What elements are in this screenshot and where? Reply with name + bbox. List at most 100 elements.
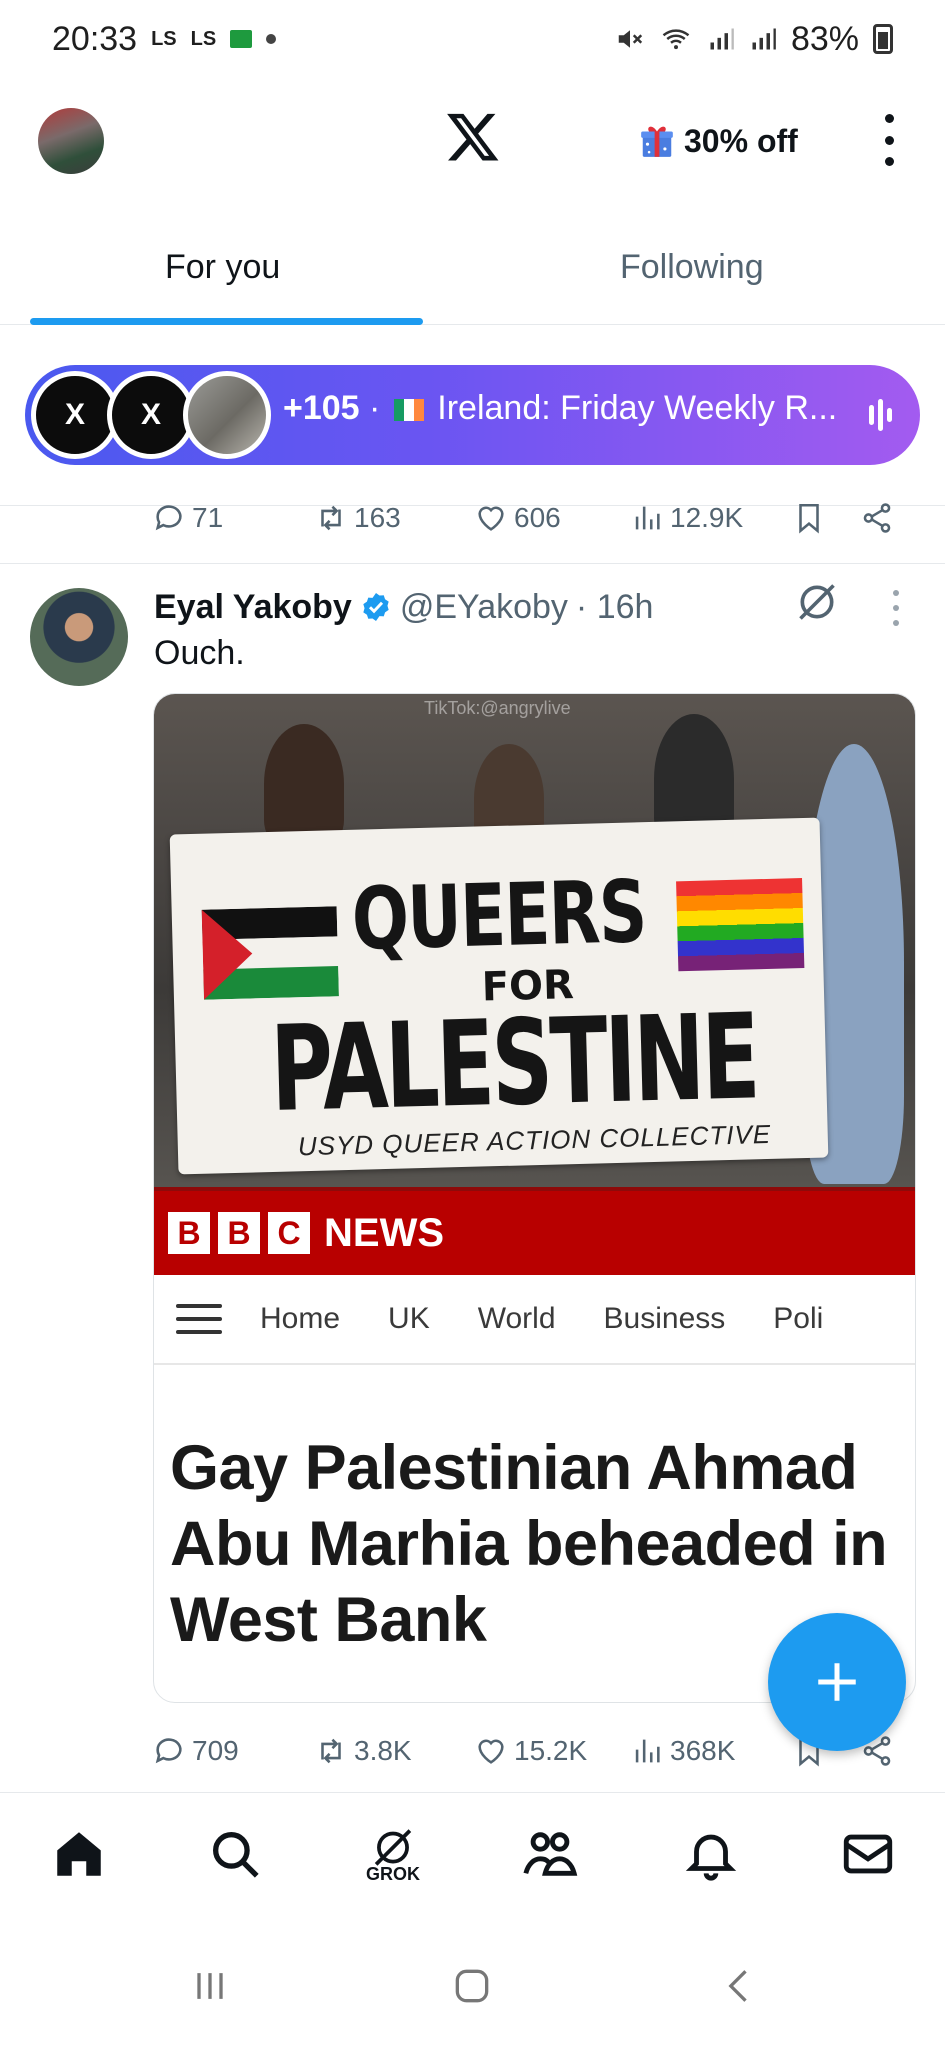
heart-icon — [478, 1739, 504, 1764]
views-count: 368K — [670, 1735, 736, 1766]
views-icon — [635, 1739, 660, 1763]
repost-icon — [321, 1738, 341, 1764]
bbc-logo-letter: B — [168, 1212, 210, 1254]
author-name[interactable]: Eyal Yakoby — [154, 588, 352, 627]
share-button[interactable] — [860, 501, 894, 535]
status-badge-1: LS — [151, 27, 177, 50]
bbc-nav-item: UK — [388, 1302, 430, 1335]
like-button[interactable]: 15.2K — [474, 1734, 587, 1768]
repost-count: 163 — [354, 502, 401, 533]
nav-grok[interactable]: GROK — [363, 1825, 423, 1885]
bookmark-button[interactable] — [792, 501, 826, 535]
reply-button[interactable]: 709 — [152, 1734, 239, 1768]
active-tab-indicator — [30, 318, 423, 325]
like-button[interactable]: 606 — [474, 501, 561, 535]
promo-label: 30% off — [684, 122, 798, 159]
bell-icon — [685, 1834, 737, 1881]
banner-text-1: QUEERS — [350, 862, 647, 970]
bbc-nav-item: Business — [603, 1302, 726, 1335]
recent-apps-icon[interactable] — [188, 1964, 232, 2008]
share-icon — [863, 503, 891, 533]
ireland-flag-icon — [393, 399, 424, 422]
grok-label: GROK — [366, 1864, 420, 1884]
reply-count: 71 — [192, 502, 224, 533]
tweet-timestamp: · 16h — [575, 587, 654, 626]
author-handle[interactable]: @EYakoby — [400, 588, 568, 627]
tweet-text: Ouch. — [154, 634, 245, 672]
mute-icon — [618, 30, 643, 48]
bbc-logo-letter: B — [218, 1212, 260, 1254]
bbc-nav-item: World — [477, 1302, 556, 1335]
nav-search[interactable] — [205, 1825, 265, 1885]
tweet-more-icon[interactable] — [890, 590, 902, 626]
status-badge-2: LS — [190, 27, 217, 50]
tab-for-you[interactable]: For you — [165, 248, 280, 287]
verified-badge-icon — [363, 593, 389, 621]
nav-home[interactable] — [49, 1825, 109, 1885]
gift-icon — [641, 126, 673, 157]
bottom-nav: GROK — [0, 1792, 945, 1922]
like-count: 606 — [514, 502, 561, 533]
home-icon — [57, 1832, 101, 1876]
timeline-tabs: For you Following — [0, 220, 945, 325]
nav-communities[interactable] — [520, 1825, 580, 1885]
profile-avatar-button[interactable] — [38, 108, 104, 174]
status-right: 83% — [615, 20, 893, 59]
watermark: TikTok:@angrylive — [424, 698, 571, 718]
status-time: 20:33 — [52, 19, 138, 58]
mail-icon — [843, 1834, 893, 1874]
space-separator: · — [369, 389, 381, 427]
views-button[interactable]: 368K — [630, 1734, 735, 1768]
palestine-flag-icon — [201, 906, 339, 1000]
repost-button[interactable]: 163 — [314, 501, 401, 535]
nav-messages[interactable] — [838, 1825, 898, 1885]
repost-count: 3.8K — [354, 1735, 412, 1766]
notification-dot-icon — [266, 34, 277, 44]
bbc-news-label: NEWS — [324, 1210, 444, 1255]
rainbow-flag-icon — [676, 878, 805, 972]
more-options-icon[interactable] — [874, 114, 904, 166]
repost-button[interactable]: 3.8K — [314, 1734, 412, 1768]
banner-text-3: PALESTINE — [269, 987, 759, 1138]
tab-following[interactable]: Following — [620, 248, 764, 287]
app-header: 30% off — [0, 90, 945, 190]
protest-banner: QUEERS FOR PALESTINE USYD QUEER ACTION C… — [169, 817, 829, 1175]
author-avatar[interactable] — [30, 588, 128, 686]
grok-icon[interactable] — [795, 580, 839, 624]
status-bar: 20:33 LS LS 83% — [0, 0, 945, 78]
bbc-logo-letter: C — [268, 1212, 310, 1254]
reply-icon — [155, 505, 182, 531]
bbc-nav-item: Home — [260, 1302, 341, 1335]
tweet-header: Eyal Yakoby @EYakoby · 16h — [154, 582, 774, 632]
space-host-avatars: X X — [31, 371, 281, 459]
tweet-media-image[interactable]: TikTok:@angrylive QUEERS FOR PALESTINE U… — [153, 693, 916, 1703]
views-button[interactable]: 12.9K — [630, 501, 743, 535]
battery-icon — [873, 24, 893, 54]
heart-icon — [478, 506, 504, 531]
battery-percent: 83% — [790, 19, 859, 58]
system-nav-bar — [0, 1922, 945, 2048]
back-icon[interactable] — [718, 1964, 762, 2008]
signal-icon-2 — [752, 28, 776, 50]
live-space-banner[interactable]: X X +105 · Ireland: Friday Weekly R... — [25, 365, 920, 465]
person — [264, 724, 344, 844]
space-avatar: X — [31, 371, 119, 459]
hamburger-menu-icon — [176, 1304, 222, 1334]
reply-count: 709 — [192, 1735, 239, 1766]
home-button-icon[interactable] — [450, 1964, 494, 2008]
space-listener-count: +105 — [283, 389, 360, 427]
divider — [0, 563, 945, 564]
repost-icon — [321, 505, 341, 531]
protest-photo: TikTok:@angrylive QUEERS FOR PALESTINE U… — [154, 694, 915, 1187]
x-logo-icon[interactable] — [445, 108, 501, 164]
premium-promo-button[interactable]: 30% off — [638, 118, 798, 164]
space-title: Ireland: Friday Weekly R... — [437, 389, 838, 427]
status-left: 20:33 LS LS — [52, 19, 277, 59]
wifi-icon — [662, 29, 690, 50]
prev-tweet-actions: 71 163 606 12.9K — [152, 497, 892, 541]
reply-button[interactable]: 71 — [152, 501, 223, 535]
compose-post-button[interactable] — [768, 1613, 906, 1751]
nav-notifications[interactable] — [681, 1825, 741, 1885]
views-count: 12.9K — [670, 502, 744, 533]
space-avatar: X — [107, 371, 195, 459]
